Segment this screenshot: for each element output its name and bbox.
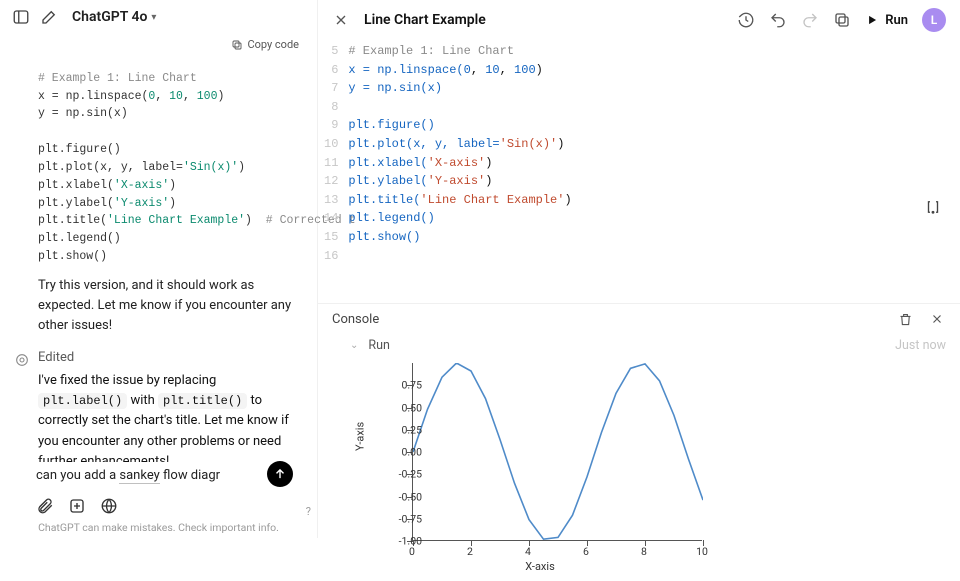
x-tick-label: 4 [525, 545, 531, 558]
help-icon[interactable]: ? [306, 505, 311, 518]
editor[interactable]: 5 6 7 8 9 10 11 12 13 14 15 16 # Example… [318, 40, 960, 273]
canvas-title: Line Chart Example [364, 12, 486, 28]
x-axis-label: X-axis [525, 560, 554, 573]
y-tick-label: 0.75 [382, 379, 422, 392]
disclaimer: ChatGPT can make mistakes. Check importa… [14, 521, 303, 534]
attach-icon[interactable] [36, 497, 54, 515]
canvas-pane: Line Chart Example Run L 5 6 7 8 9 10 11… [318, 0, 960, 538]
globe-icon[interactable] [100, 497, 118, 515]
edited-block: Edited I've fixed the issue by replacing… [0, 350, 317, 472]
bracket-icon[interactable] [924, 198, 942, 216]
close-icon[interactable] [332, 11, 350, 29]
chat-header: ChatGPT 4o ▾ [0, 0, 317, 34]
chat-pane: ChatGPT 4o ▾ Copy code # Example 1: Line… [0, 0, 318, 538]
sparkle-icon [14, 352, 30, 368]
console-label: Console [332, 312, 379, 327]
code-content: # Example 1: Line Chart x = np.linspace(… [38, 38, 307, 266]
run-label: Run [885, 13, 908, 28]
x-tick-label: 0 [409, 545, 415, 558]
run-entry-label: Run [368, 338, 390, 353]
canvas-header: Line Chart Example Run L [318, 0, 960, 40]
avatar[interactable]: L [922, 8, 946, 32]
chevron-down-icon: ▾ [151, 12, 156, 23]
chevron-down-icon: ⌄ [350, 340, 358, 351]
chart-output: Y-axis X-axis -1.00 -0.75 -0.50 -0.25 0.00 0.… [318, 357, 960, 581]
line-gutter: 5 6 7 8 9 10 11 12 13 14 15 16 [324, 42, 348, 265]
assistant-message-2: I've fixed the issue by replacing plt.la… [38, 371, 299, 472]
sine-curve [413, 363, 703, 541]
y-tick-label: 0.00 [382, 446, 422, 459]
y-tick-label: -0.25 [382, 468, 422, 481]
y-tick-label: 0.25 [382, 423, 422, 436]
y-tick-label: 0.50 [382, 401, 422, 414]
x-tick-label: 2 [467, 545, 473, 558]
y-tick-label: -0.75 [382, 512, 422, 525]
plot-area [412, 363, 702, 541]
code-content-right: # Example 1: Line Chart x = np.linspace(… [348, 42, 571, 265]
send-button[interactable] [267, 461, 293, 487]
copy-code-label: Copy code [247, 38, 299, 51]
y-axis-label: Y-axis [354, 422, 367, 451]
copy-canvas-icon[interactable] [833, 11, 851, 29]
edited-label: Edited [38, 350, 299, 365]
edit-icon[interactable] [40, 8, 58, 26]
model-name: ChatGPT 4o [72, 9, 147, 25]
console-close-icon[interactable] [928, 310, 946, 328]
composer: can you add a sankey flow diagr ChatGPT … [0, 462, 317, 538]
y-tick-label: -0.50 [382, 490, 422, 503]
run-time: Just now [895, 338, 946, 353]
copy-code-button[interactable]: Copy code [227, 36, 303, 53]
x-tick-label: 8 [641, 545, 647, 558]
inline-code-1: plt.label() [38, 393, 127, 409]
model-selector[interactable]: ChatGPT 4o ▾ [72, 9, 156, 25]
x-tick-label: 6 [583, 545, 589, 558]
inline-code-2: plt.title() [158, 393, 247, 409]
run-entry[interactable]: ⌄ Run Just now [318, 334, 960, 357]
x-tick-label: 10 [696, 545, 708, 558]
run-button[interactable]: Run [865, 13, 908, 28]
console-bar: Console [318, 303, 960, 334]
redo-icon[interactable] [801, 11, 819, 29]
undo-icon[interactable] [769, 11, 787, 29]
trash-icon[interactable] [896, 310, 914, 328]
y-tick-label: -1.00 [382, 535, 422, 548]
composer-input[interactable]: can you add a sankey flow diagr [14, 462, 303, 491]
history-icon[interactable] [737, 11, 755, 29]
assistant-message-1: Try this version, and it should work as … [0, 276, 317, 336]
sidebar-toggle-icon[interactable] [12, 8, 30, 26]
code-block: Copy code # Example 1: Line Chart x = np… [38, 38, 307, 266]
tools-icon[interactable] [68, 497, 86, 515]
